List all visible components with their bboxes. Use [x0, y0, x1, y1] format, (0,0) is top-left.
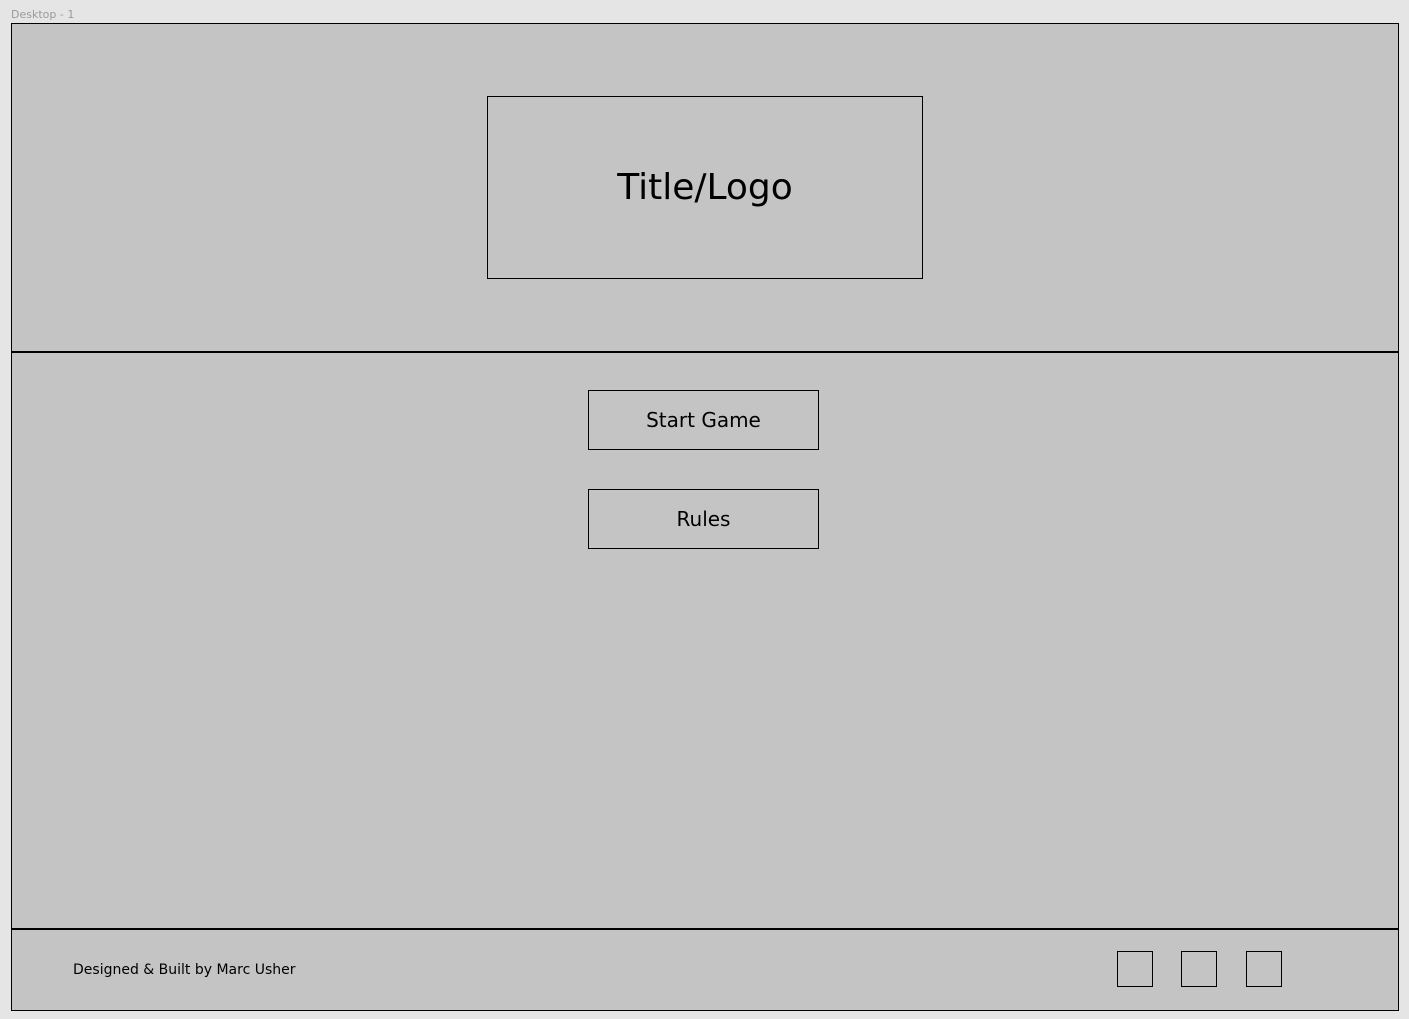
- header-divider: [12, 351, 1398, 353]
- frame-label: Desktop - 1: [11, 8, 75, 21]
- start-game-button[interactable]: Start Game: [588, 390, 819, 450]
- rules-button[interactable]: Rules: [588, 489, 819, 549]
- footer-divider: [12, 928, 1398, 930]
- desktop-frame: Title/Logo Start Game Rules Designed & B…: [11, 23, 1399, 1011]
- footer-credit: Designed & Built by Marc Usher: [73, 962, 296, 978]
- social-placeholder-3-icon[interactable]: [1246, 951, 1282, 987]
- social-placeholder-2-icon[interactable]: [1181, 951, 1217, 987]
- social-placeholder-1-icon[interactable]: [1117, 951, 1153, 987]
- title-logo: Title/Logo: [487, 96, 923, 279]
